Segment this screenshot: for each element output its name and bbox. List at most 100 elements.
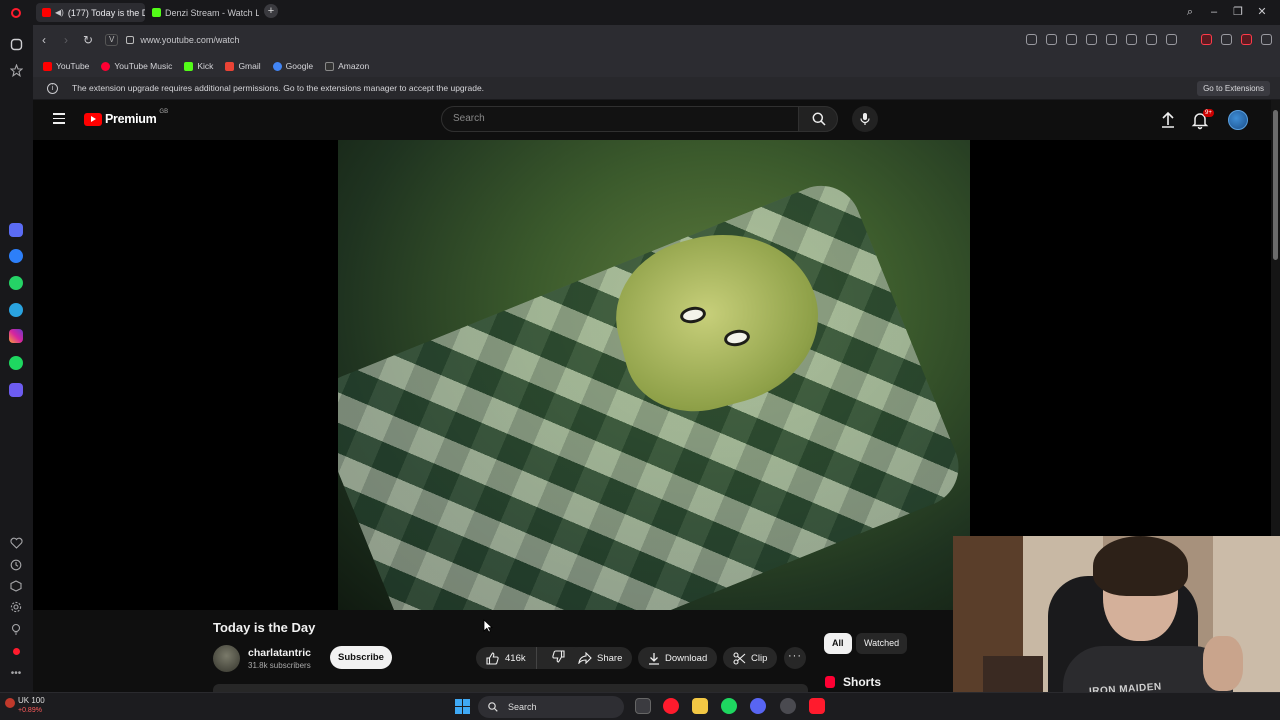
heart-outline-icon[interactable] <box>1106 34 1117 45</box>
extension-icon[interactable] <box>1201 34 1212 45</box>
bookmark-youtube-music[interactable]: YouTube Music <box>101 61 172 71</box>
search-tabs-icon[interactable]: ⌕ <box>1178 3 1202 21</box>
filter-chip-watched[interactable]: Watched <box>856 633 908 654</box>
forward-button[interactable]: › <box>55 33 77 47</box>
download-button[interactable]: Download <box>638 647 718 669</box>
lock-icon[interactable] <box>126 36 135 44</box>
ticker-icon <box>5 698 15 708</box>
star-icon[interactable] <box>8 62 24 78</box>
tab-title: (177) Today is the Day <box>67 7 145 18</box>
bookmark-youtube[interactable]: YouTube <box>43 61 89 71</box>
reload-button[interactable]: ↻ <box>77 33 99 47</box>
share-icon <box>578 652 592 664</box>
aria-app-icon[interactable] <box>8 222 24 238</box>
edit-icon[interactable] <box>1026 34 1037 45</box>
camera-icon[interactable] <box>1046 34 1057 45</box>
windows-start-icon[interactable] <box>455 699 470 714</box>
bookmarks-bar: YouTube YouTube Music Kick Gmail Google … <box>33 55 1280 77</box>
site-info-badge[interactable]: V <box>105 34 119 46</box>
scrollbar-thumb[interactable] <box>1273 110 1278 260</box>
filter-chip-all[interactable]: All <box>824 633 852 654</box>
more-actions-button[interactable]: ··· <box>784 647 806 669</box>
thumbs-down-icon <box>551 650 565 663</box>
shield-icon[interactable] <box>1066 34 1077 45</box>
youtube-premium-logo[interactable]: Premium GB <box>84 109 168 126</box>
spotify-taskbar-icon[interactable] <box>721 698 737 714</box>
description-box[interactable] <box>213 684 808 692</box>
tab-kick[interactable]: Denzi Stream - Watch Liv <box>146 3 259 22</box>
download-icon[interactable] <box>1126 34 1137 45</box>
extension-icon[interactable] <box>1221 34 1232 45</box>
go-to-extensions-button[interactable]: Go to Extensions <box>1197 81 1270 96</box>
bookmark-google[interactable]: Google <box>272 61 313 71</box>
like-button[interactable]: 416k <box>476 647 537 669</box>
stock-ticker-widget[interactable]: UK 100 +0.89% <box>18 696 45 716</box>
address-bar: ‹ › ↻ V www.youtube.com/watch <box>33 25 1280 55</box>
shorts-section-header: Shorts <box>825 675 881 689</box>
discord-taskbar-icon[interactable] <box>750 698 766 714</box>
history-icon[interactable] <box>8 557 24 573</box>
tab-title: Denzi Stream - Watch Liv <box>165 7 259 18</box>
steam-taskbar-icon[interactable] <box>780 698 796 714</box>
close-button[interactable]: ✕ <box>1250 3 1274 21</box>
search-input[interactable]: Search <box>441 106 799 132</box>
cube-icon[interactable] <box>8 578 24 594</box>
account-avatar[interactable] <box>1228 110 1248 130</box>
channel-avatar[interactable] <box>213 645 240 672</box>
home-icon[interactable] <box>8 36 24 52</box>
mouse-cursor-icon <box>483 619 493 633</box>
upload-icon[interactable] <box>1158 110 1178 130</box>
puzzle-icon[interactable] <box>1261 34 1272 45</box>
download-arrow-icon <box>649 652 659 665</box>
minimize-button[interactable]: – <box>1202 3 1226 21</box>
restore-button[interactable]: ❐ <box>1226 3 1250 21</box>
clip-button[interactable]: Clip <box>723 647 778 669</box>
thumbs-up-icon <box>486 651 499 665</box>
task-view-icon[interactable] <box>635 698 651 714</box>
heart-icon[interactable] <box>8 535 24 551</box>
voice-search-button[interactable] <box>852 106 878 132</box>
url-field[interactable]: www.youtube.com/watch <box>140 35 239 45</box>
instagram-app-icon[interactable] <box>8 328 24 344</box>
address-bar-tools <box>1026 34 1272 45</box>
opera-gx-taskbar-icon[interactable] <box>809 698 825 714</box>
play-icon[interactable] <box>1086 34 1097 45</box>
search-icon <box>812 112 826 126</box>
opera-taskbar-icon[interactable] <box>663 698 679 714</box>
tab-strip: ◀) (177) Today is the Day Denzi Stream -… <box>33 0 1280 25</box>
share-button[interactable]: Share <box>568 647 633 669</box>
guide-menu-icon[interactable] <box>53 113 65 127</box>
notice-text: The extension upgrade requires additiona… <box>72 83 485 93</box>
profile-icon[interactable] <box>1166 34 1177 45</box>
more-options-icon[interactable]: ••• <box>8 665 24 681</box>
search-button[interactable] <box>798 106 838 132</box>
extension-notice-bar: i The extension upgrade requires additio… <box>33 77 1280 100</box>
bookmark-kick[interactable]: Kick <box>184 61 213 71</box>
telegram-app-icon[interactable] <box>8 302 24 318</box>
bookmark-amazon[interactable]: Amazon <box>325 61 369 71</box>
microphone-icon <box>860 113 870 125</box>
taskbar-search-box[interactable]: Search <box>478 696 624 718</box>
messenger-app-icon[interactable] <box>8 248 24 264</box>
video-frame[interactable] <box>338 140 970 610</box>
bookmark-gmail[interactable]: Gmail <box>225 61 261 71</box>
player-app-icon[interactable] <box>8 382 24 398</box>
channel-name[interactable]: charlatantric <box>248 647 311 659</box>
menu-icon[interactable] <box>1146 34 1157 45</box>
back-button[interactable]: ‹ <box>33 33 55 47</box>
subscribe-button[interactable]: Subscribe <box>330 646 392 669</box>
file-explorer-icon[interactable] <box>692 698 708 714</box>
whatsapp-app-icon[interactable] <box>8 275 24 291</box>
settings-icon[interactable] <box>8 599 24 615</box>
notification-count-badge: 9+ <box>1203 109 1214 117</box>
tab-youtube[interactable]: ◀) (177) Today is the Day <box>36 3 145 22</box>
extension-icon[interactable] <box>1241 34 1252 45</box>
opera-logo-icon[interactable] <box>8 5 24 21</box>
spotify-app-icon[interactable] <box>8 355 24 371</box>
lightbulb-icon[interactable] <box>8 621 24 637</box>
search-icon <box>488 702 498 712</box>
speaker-icon[interactable]: ◀) <box>55 8 64 17</box>
opera-vpn-icon[interactable] <box>8 643 24 659</box>
new-tab-button[interactable]: + <box>264 4 278 18</box>
